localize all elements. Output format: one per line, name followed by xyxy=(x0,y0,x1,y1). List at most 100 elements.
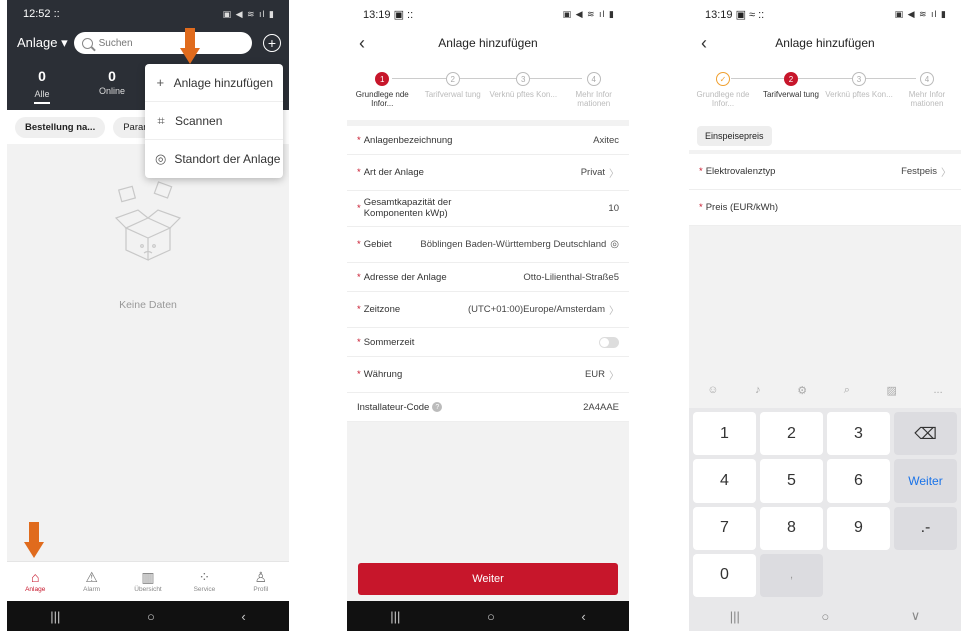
help-icon[interactable]: ? xyxy=(432,402,443,412)
key-6[interactable]: 6 xyxy=(827,459,890,503)
field-currency[interactable]: * Währung EUR 〉 xyxy=(347,357,629,393)
field-dst[interactable]: * Sommerzeit xyxy=(347,328,629,357)
home-button[interactable]: ○ xyxy=(147,609,155,624)
field-label: Gebiet xyxy=(363,239,392,250)
stat-online[interactable]: 0 Online xyxy=(77,68,147,104)
field-value: Axitec xyxy=(593,134,619,146)
field-installer-code[interactable]: Installateur-Code? 2A4AAE xyxy=(347,393,629,422)
step-label: Verknü pftes Kon... xyxy=(825,90,893,99)
step-2[interactable]: 2 Tarifverwal tung xyxy=(418,72,489,114)
key-9[interactable]: 9 xyxy=(827,506,890,550)
tab-alarm[interactable]: ⚠ Alarm xyxy=(63,562,119,601)
tab-service[interactable]: ⁘ Service xyxy=(176,562,232,601)
tab-label: Profil xyxy=(253,586,269,593)
dst-toggle[interactable] xyxy=(599,336,619,348)
empty-state: Keine Daten xyxy=(7,178,289,311)
key-3[interactable]: 3 xyxy=(827,412,890,456)
step-label: Grundlege nde Infor... xyxy=(696,90,750,108)
key-5[interactable]: 5 xyxy=(760,459,823,503)
field-region[interactable]: * Gebiet Böblingen Baden-Württemberg Deut… xyxy=(347,227,629,263)
more-icon[interactable]: ... xyxy=(933,384,942,396)
field-timezone[interactable]: * Zeitzone (UTC+01:00)Europe/Amsterdam 〉 xyxy=(347,292,629,328)
tab-anlage[interactable]: ⌂ Anlage xyxy=(7,562,63,601)
key-next[interactable]: Weiter xyxy=(894,459,957,503)
back-button[interactable]: ‹ xyxy=(241,609,245,624)
next-button[interactable]: Weiter xyxy=(358,563,618,595)
phone-screen-plant-list: 12:52 :: ▣ ◀ ≋ ıl ▮ Anlage ▾ + 0 Alle 0 … xyxy=(7,0,289,631)
field-plant-name[interactable]: * Anlagenbezeichnung Axitec xyxy=(347,126,629,155)
menu-item-add-plant[interactable]: + Anlage hinzufügen xyxy=(145,64,283,102)
key-2[interactable]: 2 xyxy=(760,412,823,456)
field-capacity[interactable]: * Gesamtkapazität der Komponenten kWp) 10 xyxy=(347,191,629,227)
step-4[interactable]: 4 Mehr Infor mationen xyxy=(559,72,630,114)
plant-selector[interactable]: Anlage ▾ xyxy=(17,35,68,51)
menu-item-label: Standort der Anlage xyxy=(174,152,281,166)
required-mark: * xyxy=(357,239,361,250)
backspace-icon[interactable]: ⌫ xyxy=(894,412,957,456)
required-mark: * xyxy=(357,336,361,348)
sticker-icon[interactable]: ▨ xyxy=(886,384,896,397)
recents-button[interactable]: ||| xyxy=(50,609,60,624)
emoji-icon[interactable]: ☺ xyxy=(707,384,718,396)
stat-all[interactable]: 0 Alle xyxy=(7,68,77,104)
search-input[interactable] xyxy=(98,37,239,49)
search-box[interactable] xyxy=(73,32,252,54)
back-arrow-icon[interactable]: ‹ xyxy=(701,33,707,54)
step-3[interactable]: 3 Verknü pftes Kon... xyxy=(488,72,559,114)
microphone-icon[interactable]: ♪ xyxy=(755,384,761,396)
step-dot: 2 xyxy=(445,72,460,86)
service-icon: ⁘ xyxy=(198,569,211,585)
back-button[interactable]: ‹ xyxy=(581,609,585,624)
back-arrow-icon[interactable]: ‹ xyxy=(359,33,365,54)
field-plant-type[interactable]: * Art der Anlage Privat 〉 xyxy=(347,155,629,191)
wizard-steps: 1 Grundlege nde Infor... 2 Tarifverwal t… xyxy=(347,58,629,120)
field-address[interactable]: * Adresse der Anlage Otto-Lilienthal-Stra… xyxy=(347,263,629,292)
tab-profile[interactable]: ♙ Profil xyxy=(233,562,289,601)
tab-label: Service xyxy=(193,586,216,593)
field-label: Art der Anlage xyxy=(363,167,424,178)
key-1[interactable]: 1 xyxy=(693,412,756,456)
tab-overview[interactable]: ▥ Übersicht xyxy=(120,562,176,601)
section-chip: Einspeisepreis xyxy=(697,126,772,146)
step-3[interactable]: 3 Verknü pftes Kon... xyxy=(825,72,893,114)
key-8[interactable]: 8 xyxy=(760,506,823,550)
recents-button[interactable]: ||| xyxy=(390,609,400,624)
menu-item-scan[interactable]: ⌗ Scannen xyxy=(145,102,283,140)
status-icons: ▣ ◀ ≋ ıl ▮ xyxy=(562,8,615,19)
menu-item-location[interactable]: ◎ Standort der Anlage xyxy=(145,140,283,178)
tab-label: Alarm xyxy=(83,586,101,593)
numeric-keypad: 1 2 3 ⌫ 4 5 6 Weiter 7 8 9 .- 0 , xyxy=(689,408,961,601)
field-label: Sommerzeit xyxy=(363,336,415,348)
step-1[interactable]: 1 Grundlege nde Infor... xyxy=(347,72,418,114)
step-2[interactable]: 2 Tarifverwal tung xyxy=(757,72,825,114)
step-1[interactable]: ✓ Grundlege nde Infor... xyxy=(689,72,757,114)
field-label: Preis (EUR/kWh) xyxy=(705,202,779,213)
search-icon[interactable]: ⌕ xyxy=(844,384,850,397)
chart-icon: ▥ xyxy=(141,569,155,585)
key-0[interactable]: 0 xyxy=(693,553,756,597)
chevron-right-icon: 〉 xyxy=(941,168,951,179)
wizard-steps: ✓ Grundlege nde Infor... 2 Tarifverwal t… xyxy=(689,58,961,120)
home-button[interactable]: ○ xyxy=(821,609,829,624)
field-value: 10 xyxy=(608,203,619,214)
system-nav-bar: ||| ○ ∨ xyxy=(689,601,961,631)
recents-button[interactable]: ||| xyxy=(730,609,740,624)
key-4[interactable]: 4 xyxy=(693,459,756,503)
hide-keyboard-button[interactable]: ∨ xyxy=(911,608,921,624)
field-label: Adresse der Anlage xyxy=(363,271,447,283)
location-pin-icon[interactable]: ◎ xyxy=(610,239,619,250)
field-price[interactable]: * Preis (EUR/kWh) xyxy=(689,190,961,226)
filter-order[interactable]: Bestellung na... xyxy=(15,116,106,138)
key-7[interactable]: 7 xyxy=(693,506,756,550)
key-dot-minus[interactable]: .- xyxy=(894,506,957,550)
step-4[interactable]: 4 Mehr Infor mationen xyxy=(893,72,961,114)
phone-screen-add-plant-step2: 13:19 ▣ ≈ :: ▣ ◀ ≋ ıl ▮ ‹ Anlage hinzufü… xyxy=(689,0,961,631)
plant-form: * Anlagenbezeichnung Axitec * Art der Anla… xyxy=(347,126,629,422)
plus-circle-icon[interactable]: + xyxy=(263,34,281,52)
settings-icon[interactable]: ⚙ xyxy=(797,384,807,397)
field-electrovalence-type[interactable]: * Elektrovalenztyp Festpeis 〉 xyxy=(689,154,961,190)
key-comma[interactable]: , xyxy=(760,553,823,597)
step-dot: 4 xyxy=(920,72,934,86)
tariff-form: * Elektrovalenztyp Festpeis 〉 * Preis (EUR/… xyxy=(689,154,961,226)
home-button[interactable]: ○ xyxy=(487,609,495,624)
